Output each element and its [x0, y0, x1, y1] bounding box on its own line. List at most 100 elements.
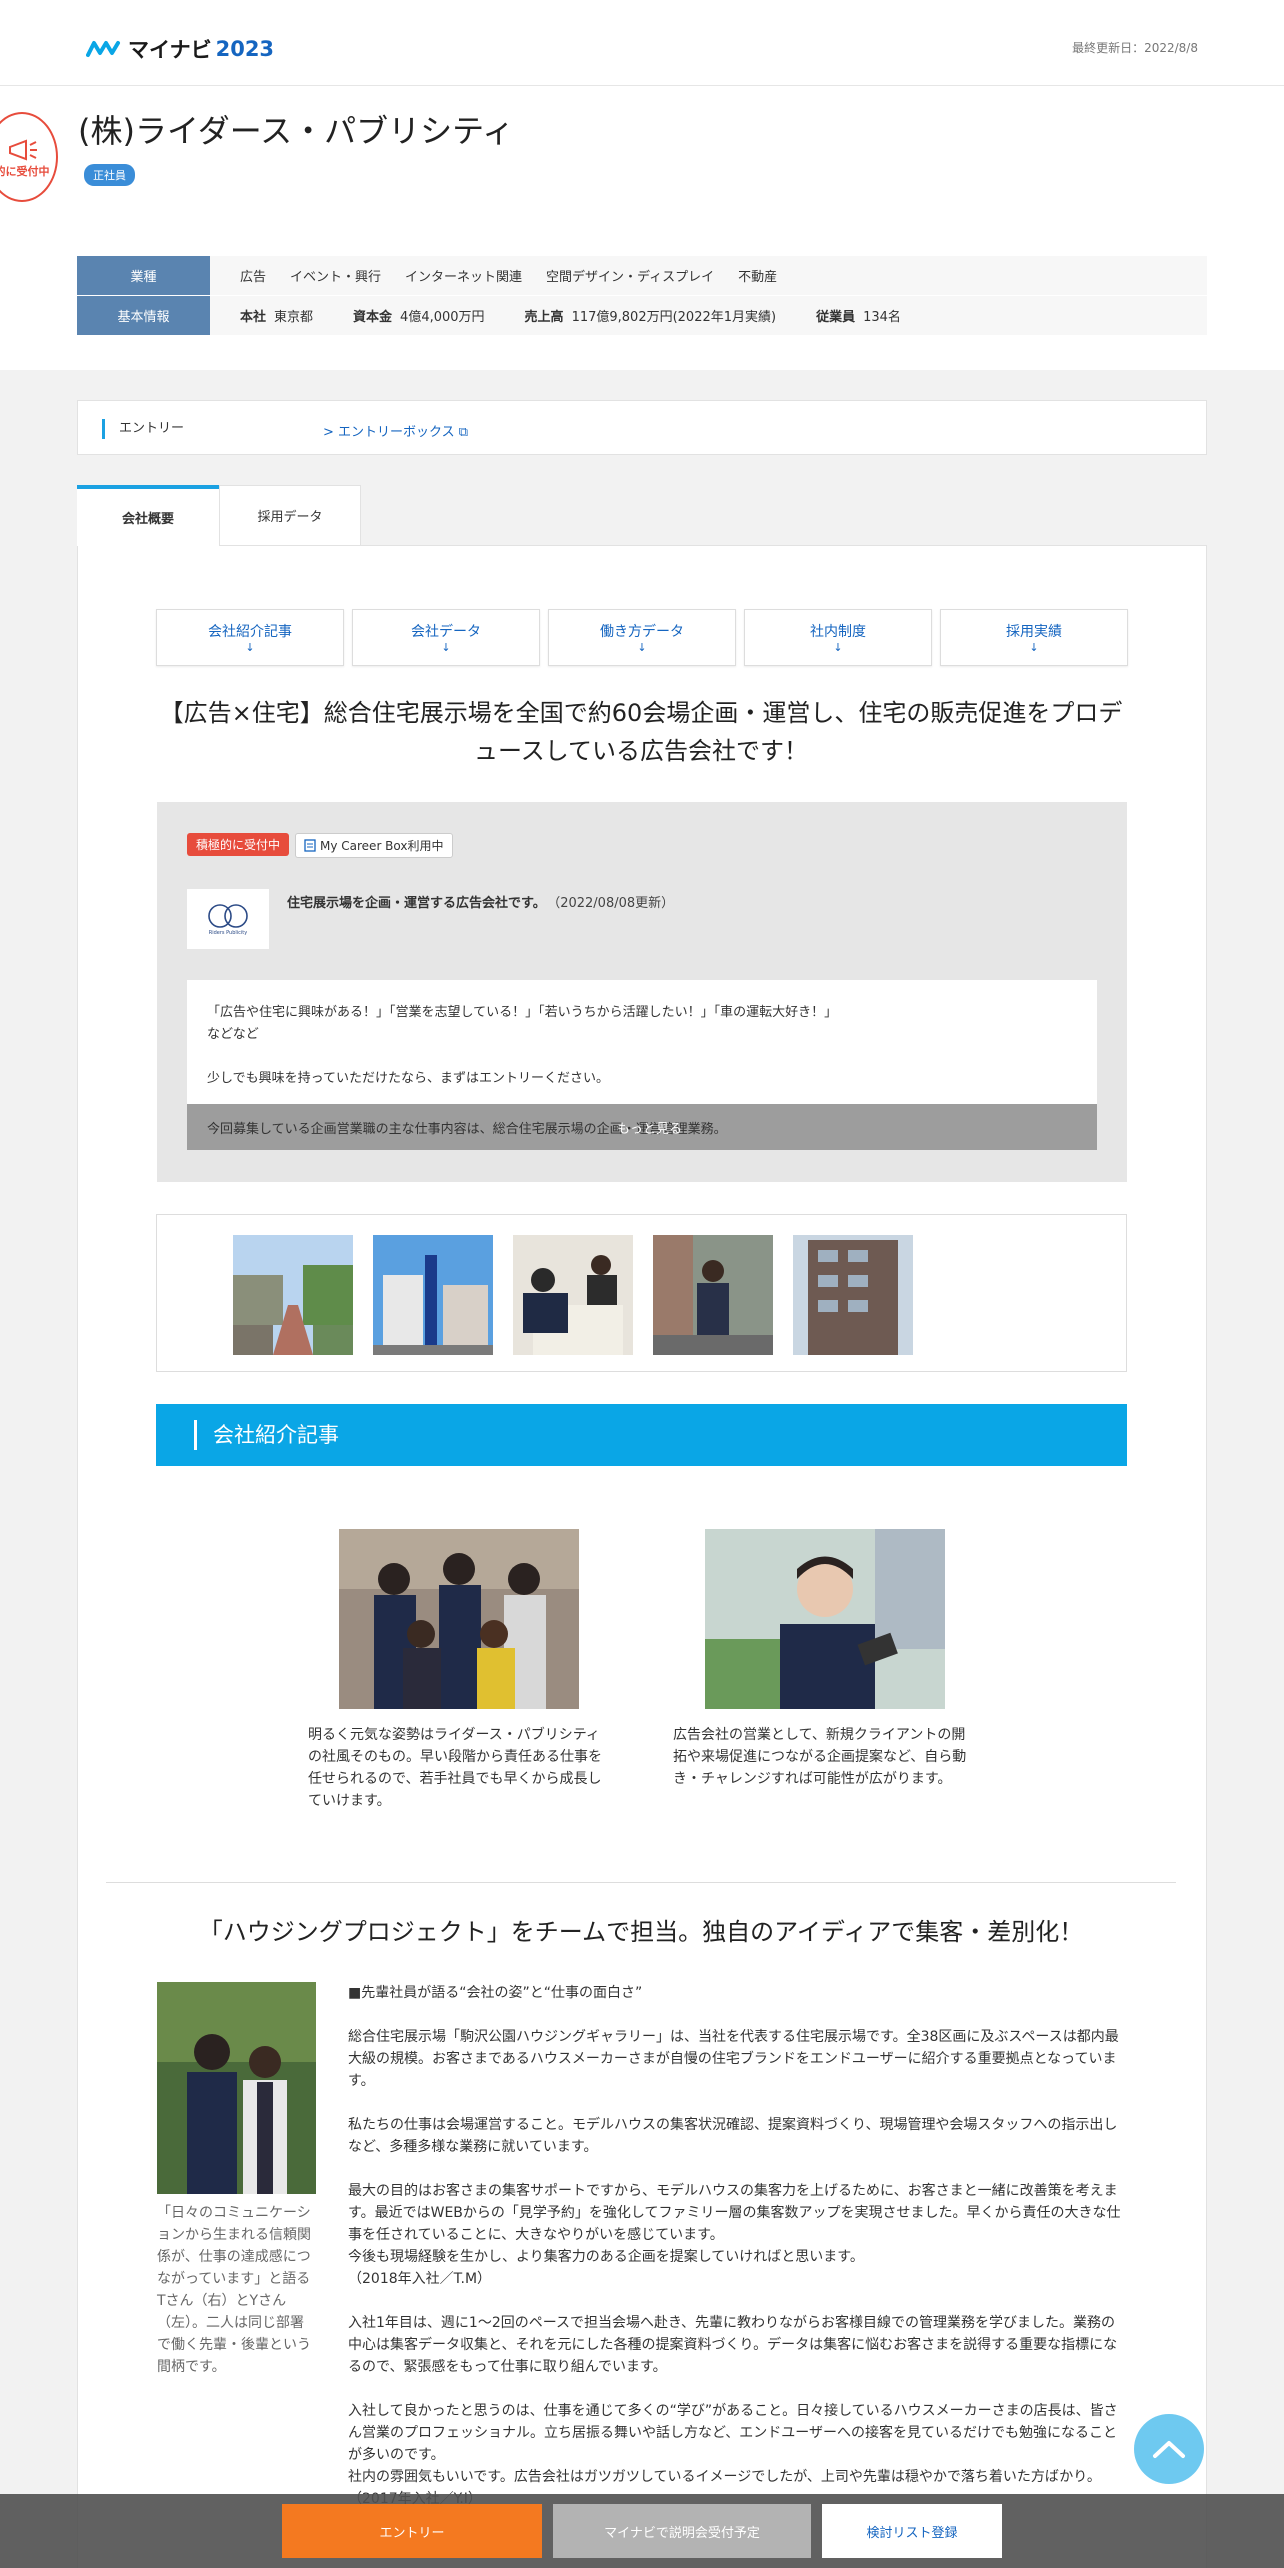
entry-box-link[interactable]: > エントリーボックス ⧉ [323, 421, 468, 440]
section-title: 会社紹介記事 [194, 1420, 339, 1450]
tab-recruit-data[interactable]: 採用データ [219, 485, 361, 545]
company-name: (株)ライダース・パブリシティ [78, 112, 515, 150]
my-career-box-tag: My Career Box利用中 [295, 833, 453, 858]
sales-label: 売上高 [524, 310, 564, 325]
logo-year: 2023 [215, 37, 275, 61]
staff-caption: 「日々のコミュニケーションから生まれる信頼関係が、仕事の達成感につながっています… [157, 2205, 311, 2375]
pr-title-line: 住宅展示場を企画・運営する広告会社です。 （2022/08/08更新） [287, 892, 674, 911]
story-paragraph: 私たちの仕事は会場運営すること。モデルハウスの集客状況確認、提案資料づくり、現場… [348, 2117, 1118, 2155]
industry-list: 広告 イベント・興行 インターネット関連 空間デザイン・ディスプレイ 不動産 [210, 266, 777, 285]
industry-item: イベント・興行 [290, 270, 382, 285]
basic-info-label: 基本情報 [77, 296, 210, 335]
company-logo: Riders Publicity [187, 889, 269, 949]
bottom-action-bar: エントリー マイナビで説明会受付予定 検討リスト登録 [0, 2494, 1284, 2568]
employees-label: 従業員 [816, 310, 856, 325]
arrow-down-icon: ↓ [637, 640, 647, 654]
seminar-button[interactable]: マイナビで説明会受付予定 [553, 2504, 811, 2558]
anchor-label: 働き方データ [600, 623, 684, 640]
arrow-down-icon: ↓ [441, 640, 451, 654]
basic-info-list: 本社 東京都 資本金 4億4,000万円 売上高 117億9,802万円(2022年1… [210, 306, 901, 325]
industry-item: 広告 [240, 270, 267, 285]
sales-value: 117億9,802万円(2022年1月実績) [571, 310, 777, 325]
article-caption: 明るく元気な姿勢はライダース・パブリシティの社風そのもの。早い段階から責任ある仕… [308, 1727, 602, 1809]
arrow-down-icon: ↓ [1029, 640, 1039, 654]
anchor-nav: 会社紹介記事 ↓ 会社データ ↓ 働き方データ ↓ 社内制度 ↓ 採用実績 ↓ [156, 609, 1128, 666]
employment-type-badge: 正社員 [84, 164, 135, 186]
story-paragraph: 入社1年目は、週に1～2回のペースで担当会場へ赴き、先輩に教わりながらお客様目線… [348, 2315, 1118, 2375]
story-paragraph: 社内の雰囲気もいいです。広告会社はガツガツしているイメージでしたが、上司や先輩は… [348, 2469, 1101, 2485]
active-recruiting-tag: 積極的に受付中 [187, 833, 290, 856]
my-career-box-label: My Career Box利用中 [320, 839, 444, 853]
anchor-work-style-data[interactable]: 働き方データ ↓ [548, 609, 736, 666]
employees-item: 従業員 134名 [816, 306, 901, 325]
chevron-up-icon [1153, 2441, 1185, 2458]
story-paragraph: 総合住宅展示場「駒沢公園ハウジングギャラリー」は、当社を代表する住宅展示場です。… [348, 2029, 1119, 2089]
stamp-text: 的に受付中 [0, 164, 50, 178]
company-logo-mark [208, 904, 248, 928]
pr-updated-date: （2022/08/08更新） [553, 896, 675, 911]
employees-value: 134名 [863, 310, 901, 325]
read-more-button[interactable]: もっと見る [617, 1118, 682, 1137]
anchor-company-articles[interactable]: 会社紹介記事 ↓ [156, 609, 344, 666]
staff-photo [157, 1982, 316, 2194]
anchor-hiring-results[interactable]: 採用実績 ↓ [940, 609, 1128, 666]
story-body: ■先輩社員が語る“会社の姿”と“仕事の面白さ” 総合住宅展示場「駒沢公園ハウジン… [348, 1982, 1124, 2510]
anchor-label: 会社紹介記事 [208, 623, 292, 640]
entry-button[interactable]: エントリー [282, 2504, 542, 2558]
article-caption: 広告会社の営業として、新規クライアントの開拓や来場促進につながる企画提案など、自… [673, 1727, 967, 1787]
anchor-internal-systems[interactable]: 社内制度 ↓ [744, 609, 932, 666]
industry-item: 不動産 [738, 270, 778, 285]
gallery-photo-office-building[interactable] [793, 1235, 913, 1355]
story-paragraph: （2018年入社／T.M） [348, 2271, 492, 2287]
pr-title: 住宅展示場を企画・運営する広告会社です。 [287, 896, 546, 911]
arrow-down-icon: ↓ [245, 640, 255, 654]
anchor-label: 会社データ [411, 623, 481, 640]
company-info-table: 業種 広告 イベント・興行 インターネット関連 空間デザイン・ディスプレイ 不動… [77, 256, 1207, 336]
gallery-photo-meeting[interactable] [513, 1235, 633, 1355]
header-bar: マイナビ 2023 最終更新日：2022/8/8 [0, 0, 1284, 86]
basic-info-row: 基本情報 本社 東京都 資本金 4億4,000万円 売上高 117億9,802万円(2… [77, 296, 1207, 335]
catch-copy: 【広告×住宅】総合住宅展示場を全国で約60会場企画・運営し、住宅の販売促進をプロ… [159, 699, 1123, 765]
gallery-photo-employee[interactable] [653, 1235, 773, 1355]
scroll-to-top-button[interactable] [1134, 2414, 1204, 2484]
entry-label: エントリー [102, 419, 184, 439]
gallery-photo-street[interactable] [233, 1235, 353, 1355]
capital-item: 資本金 4億4,000万円 [353, 306, 485, 325]
read-more-overlay[interactable]: 今回募集している企画営業職の主な仕事内容は、総合住宅展示場の企画・運営管理業務。… [187, 1104, 1097, 1150]
hq-label: 本社 [240, 310, 267, 325]
story-paragraph: 今後も現場経験を生かし、より集客力のある企画を提案していければと思います。 [348, 2249, 864, 2265]
article-photo-sales [705, 1529, 945, 1709]
tab-company-overview[interactable]: 会社概要 [77, 485, 219, 546]
story-paragraph: 入社して良かったと思うのは、仕事を通じて多くの“学び”があること。日々接している… [348, 2403, 1118, 2463]
hq-item: 本社 東京都 [240, 306, 313, 325]
story-paragraph: 最大の目的はお客さまの集客サポートですから、モデルハウスの集客力を上げるために、… [348, 2183, 1121, 2243]
mynavi-logo-icon [86, 41, 120, 57]
logo-text: マイナビ [128, 38, 212, 62]
pr-paragraph: 少しでも興味を持っていただけたなら、まずはエントリーください。 [207, 1071, 609, 1086]
document-icon [304, 839, 316, 852]
entry-bar: エントリー > エントリーボックス ⧉ [77, 400, 1207, 455]
article-photo-team [339, 1529, 579, 1709]
industry-label: 業種 [77, 256, 210, 295]
anchor-company-data[interactable]: 会社データ ↓ [352, 609, 540, 666]
last-updated: 最終更新日：2022/8/8 [1072, 41, 1198, 55]
story-title: 「ハウジングプロジェクト」をチームで担当。独自のアイディアで集客・差別化！ [198, 1918, 1084, 1946]
capital-label: 資本金 [353, 310, 393, 325]
photo-gallery [156, 1214, 1127, 1372]
hq-value: 東京都 [274, 310, 314, 325]
anchor-label: 採用実績 [1006, 623, 1062, 640]
industry-row: 業種 広告 イベント・興行 インターネット関連 空間デザイン・ディスプレイ 不動… [77, 256, 1207, 295]
company-logo-text: Riders Publicity [208, 930, 248, 936]
arrow-down-icon: ↓ [833, 640, 843, 654]
sales-item: 売上高 117億9,802万円(2022年1月実績) [525, 306, 777, 325]
industry-item: インターネット関連 [405, 270, 523, 285]
capital-value: 4億4,000万円 [400, 310, 485, 325]
pr-paragraph: 「広告や住宅に興味がある！」「営業を志望している！」「若いうちから活躍したい！」… [207, 1005, 838, 1042]
gallery-photo-exhibition[interactable] [373, 1235, 493, 1355]
story-paragraph: ■先輩社員が語る“会社の姿”と“仕事の面白さ” [348, 1985, 643, 2001]
site-logo[interactable]: マイナビ 2023 [86, 34, 274, 64]
pr-box: 積極的に受付中 My Career Box利用中 Riders Publicit… [157, 802, 1127, 1182]
section-divider [106, 1882, 1176, 1883]
add-to-list-button[interactable]: 検討リスト登録 [822, 2504, 1002, 2558]
section-company-articles: 会社紹介記事 [156, 1404, 1127, 1466]
